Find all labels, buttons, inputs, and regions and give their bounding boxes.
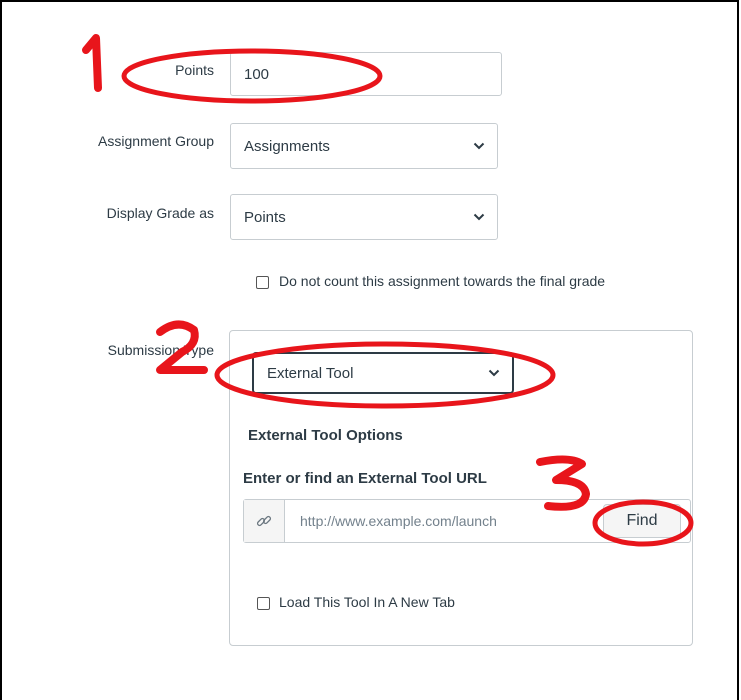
- submission-type-label: Submission Type: [107, 342, 214, 358]
- external-tool-url-placeholder: http://www.example.com/launch: [300, 513, 497, 529]
- assignment-group-value: Assignments: [244, 137, 330, 155]
- link-icon: [256, 515, 272, 527]
- chevron-down-icon: [488, 369, 500, 377]
- points-value: 100: [244, 65, 270, 83]
- assignment-group-label: Assignment Group: [98, 133, 214, 149]
- external-tool-options-heading: External Tool Options: [248, 427, 403, 444]
- load-in-new-tab-label: Load This Tool In A New Tab: [279, 594, 455, 610]
- chevron-down-icon: [473, 213, 485, 221]
- load-in-new-tab-checkbox[interactable]: [257, 597, 270, 610]
- display-grade-label: Display Grade as: [106, 205, 214, 221]
- display-grade-select[interactable]: Points: [230, 194, 498, 240]
- points-input[interactable]: 100: [230, 52, 502, 96]
- exclude-from-final-grade-label: Do not count this assignment towards the…: [279, 273, 606, 289]
- chevron-down-icon: [473, 142, 485, 150]
- submission-type-select[interactable]: External Tool: [252, 352, 514, 394]
- find-button[interactable]: Find: [603, 504, 681, 538]
- external-tool-url-heading: Enter or find an External Tool URL: [243, 470, 487, 487]
- assignment-group-select[interactable]: Assignments: [230, 123, 498, 169]
- submission-type-value: External Tool: [267, 364, 354, 382]
- exclude-from-final-grade-checkbox[interactable]: [256, 276, 269, 289]
- points-label: Points: [175, 62, 214, 78]
- link-icon-cell: [244, 500, 285, 542]
- display-grade-value: Points: [244, 208, 286, 226]
